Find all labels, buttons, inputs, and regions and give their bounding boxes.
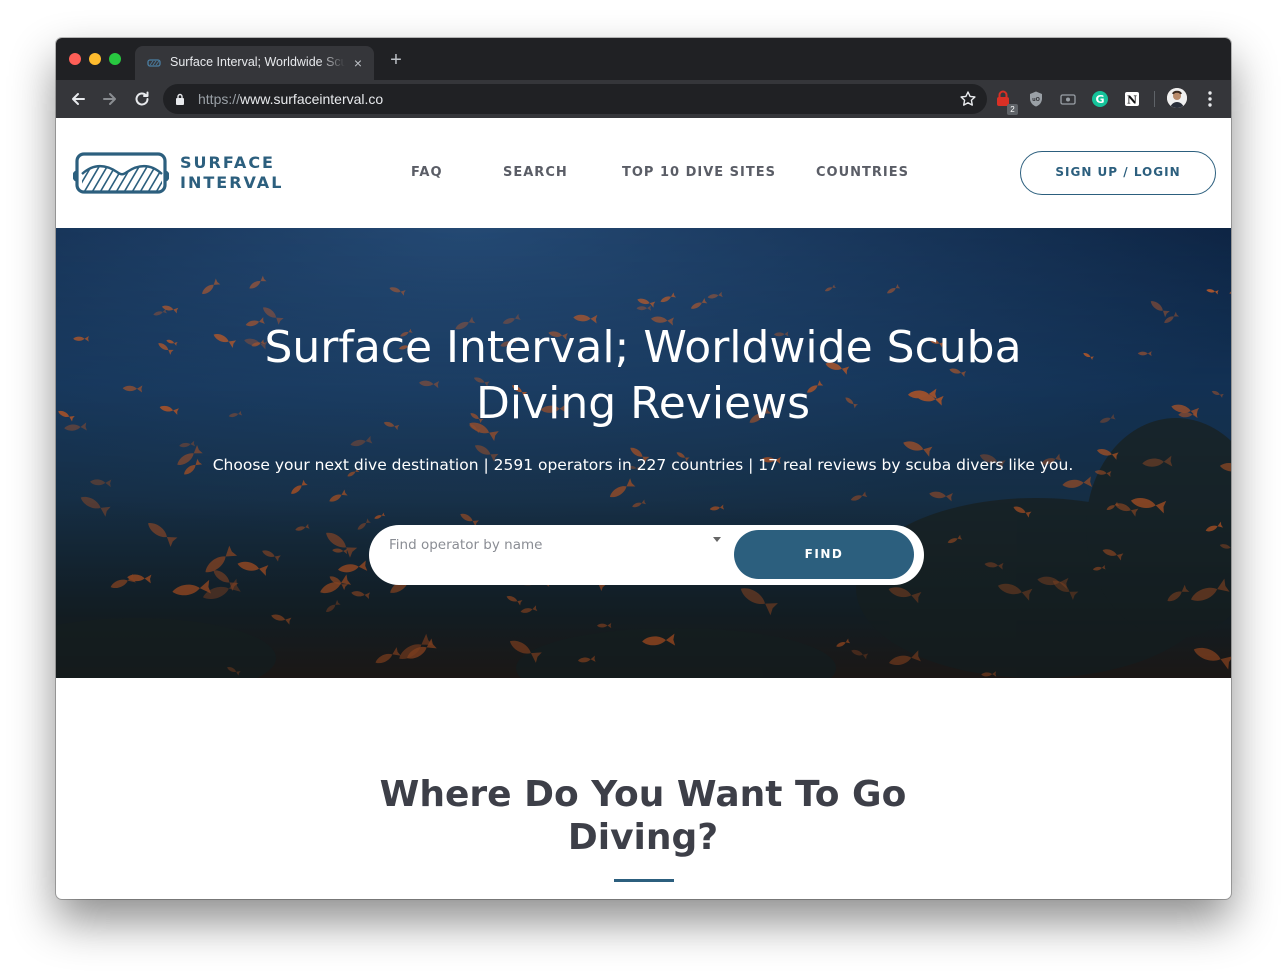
section-underline [614,879,674,882]
grammarly-extension-icon[interactable]: G [1091,90,1109,108]
forward-arrow-icon[interactable] [100,89,120,109]
svg-text:N: N [1127,94,1137,107]
screen-capture-extension-icon[interactable] [1059,90,1077,108]
underwater-fish-background [56,228,1231,678]
url-text: https://www.surfaceinterval.co [198,91,383,107]
nav-countries[interactable]: COUNTRIES [816,165,909,180]
ublock-shield-icon[interactable]: uO [1027,90,1045,108]
browser-menu-icon[interactable] [1202,90,1218,108]
toolbar-separator [1154,91,1155,107]
section-title: Where Do You Want To Go Diving? [379,774,907,858]
nav-top-10-dive-sites[interactable]: TOP 10 DIVE SITES [622,165,776,180]
profile-avatar[interactable] [1167,88,1187,108]
hero-title: Surface Interval; Worldwide Scuba Diving… [264,322,1022,429]
nav-search[interactable]: SEARCH [503,165,568,180]
tab-active[interactable]: Surface Interval; Worldwide Scuba Diving… [135,46,374,80]
minimize-window-button[interactable] [89,53,101,65]
address-bar[interactable]: https://www.surfaceinterval.co [163,84,987,114]
hero-banner: Surface Interval; Worldwide Scuba Diving… [56,228,1231,678]
tab-title: Surface Interval; Worldwide Scuba Diving… [170,55,345,69]
back-arrow-icon[interactable] [68,89,88,109]
goggles-logo-icon[interactable] [73,150,169,198]
dropdown-caret-icon[interactable] [713,537,721,542]
signup-login-button[interactable]: SIGN UP / LOGIN [1020,151,1216,195]
url-scheme: https:// [198,91,241,107]
site-header: SURFACE INTERVAL FAQ SEARCH TOP 10 DIVE … [56,118,1231,228]
url-host: www.surfaceinterval.co [240,91,384,107]
goggles-favicon-icon [147,59,161,67]
tab-strip: Surface Interval; Worldwide Scuba Diving… [56,38,1231,80]
logo-wordmark[interactable]: SURFACE INTERVAL [180,153,283,193]
svg-text:uO: uO [1032,97,1040,103]
hero-subtitle: Choose your next dive destination | 2591… [212,456,1074,474]
tab-close-icon[interactable]: × [350,55,366,71]
operator-search-input[interactable] [389,533,709,557]
browser-toolbar: https://www.surfaceinterval.co 2 uO G N [56,80,1231,118]
lock-icon [176,93,184,105]
maximize-window-button[interactable] [109,53,121,65]
reload-icon[interactable] [132,89,152,109]
new-tab-button[interactable]: + [386,50,406,70]
find-button[interactable]: FIND [734,530,914,579]
operator-search-bar: FIND [369,525,924,585]
logo-line-2: INTERVAL [180,173,284,192]
logo-line-1: SURFACE [180,153,275,172]
person-icon [1167,88,1187,108]
notion-extension-icon[interactable]: N [1123,90,1141,108]
bookmark-star-icon[interactable] [959,90,977,108]
browser-window: Surface Interval; Worldwide Scuba Diving… [56,38,1231,899]
extension-badge: 2 [1007,104,1018,115]
svg-text:G: G [1095,93,1104,106]
close-window-button[interactable] [69,53,81,65]
nav-faq[interactable]: FAQ [411,165,443,180]
